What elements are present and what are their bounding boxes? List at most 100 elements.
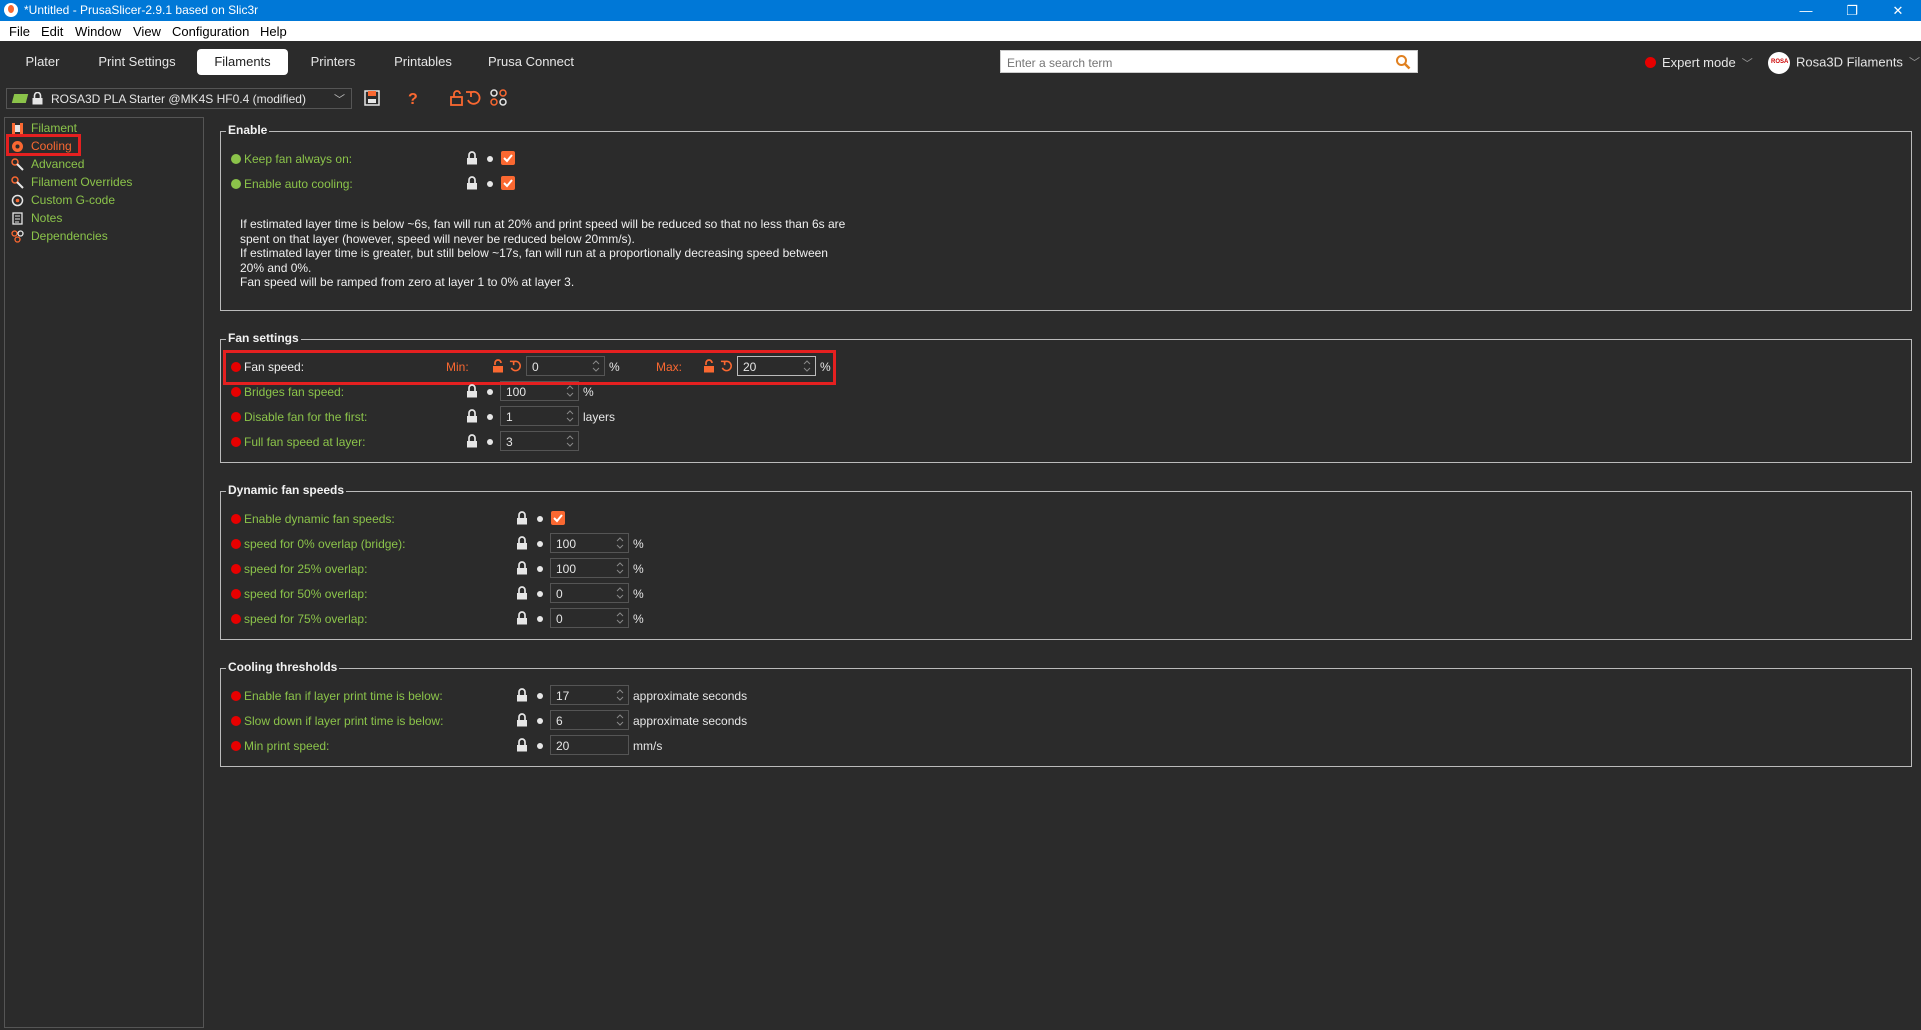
system-value-dot-icon	[487, 414, 493, 420]
overlap-75-speed-input[interactable]: 0	[550, 608, 629, 628]
search-icon[interactable]	[1395, 54, 1411, 70]
tab-prusa-connect[interactable]: Prusa Connect	[483, 49, 579, 75]
system-value-dot-icon	[537, 616, 543, 622]
option-label: Min print speed:	[244, 739, 330, 753]
lock-icon[interactable]	[516, 536, 528, 550]
option-status-dot	[231, 539, 241, 549]
cooling-description: If estimated layer time is below ~6s, fa…	[240, 217, 860, 290]
menu-file[interactable]: File	[9, 24, 30, 39]
description-line: spent on that layer (however, speed will…	[240, 231, 635, 246]
option-status-dot	[231, 154, 241, 164]
question-icon[interactable]: ?	[402, 88, 422, 108]
unlock-icon[interactable]	[703, 359, 715, 373]
undo-arrow-icon[interactable]	[509, 359, 522, 373]
description-line: Fan speed will be ramped from zero at la…	[240, 275, 575, 289]
compare-presets-icon[interactable]	[489, 88, 509, 108]
account-selector[interactable]: Rosa3D Filaments ﹀	[1768, 52, 1920, 74]
system-value-dot-icon	[537, 591, 543, 597]
sidebar-item-dependencies[interactable]: Dependencies	[9, 228, 199, 245]
sidebar-item-label: Filament	[31, 121, 78, 135]
option-label: speed for 25% overlap:	[244, 562, 368, 576]
tab-printers[interactable]: Printers	[303, 49, 363, 75]
lock-icon[interactable]	[516, 561, 528, 575]
sidebar-item-custom-gcode[interactable]: Custom G-code	[9, 192, 199, 209]
filament-preset-combo[interactable]: ROSA3D PLA Starter @MK4S HF0.4 (modified…	[6, 88, 352, 109]
spin-arrows-icon[interactable]	[565, 433, 575, 449]
mode-selector[interactable]: Expert mode ﹀	[1645, 55, 1753, 71]
unit-percent: %	[633, 562, 644, 576]
spin-arrows-icon[interactable]	[615, 610, 625, 626]
enable-fan-below-input[interactable]: 17	[550, 685, 629, 705]
enable-auto-cooling-checkbox[interactable]	[501, 176, 515, 190]
enable-dynamic-fan-checkbox[interactable]	[551, 511, 565, 525]
menu-window[interactable]: Window	[75, 24, 121, 39]
slowdown-below-input[interactable]: 6	[550, 710, 629, 730]
lock-icon[interactable]	[516, 586, 528, 600]
group-title: Fan settings	[226, 331, 301, 345]
chevron-down-icon: ﹀	[1741, 58, 1753, 70]
menu-help[interactable]: Help	[260, 24, 287, 39]
lock-icon[interactable]	[466, 151, 478, 165]
option-label: Enable dynamic fan speeds:	[244, 512, 395, 526]
spin-arrows-icon[interactable]	[615, 560, 625, 576]
undo-arrow-icon[interactable]	[464, 88, 484, 108]
lock-icon[interactable]	[516, 511, 528, 525]
menu-edit[interactable]: Edit	[41, 24, 63, 39]
spin-arrows-icon[interactable]	[565, 383, 575, 399]
system-value-dot-icon	[537, 541, 543, 547]
gcode-icon	[11, 194, 24, 207]
unlock-icon[interactable]	[492, 359, 504, 373]
unit-seconds: approximate seconds	[633, 689, 748, 703]
lock-icon[interactable]	[466, 409, 478, 423]
sidebar-item-label: Custom G-code	[31, 193, 116, 207]
disable-fan-first-input[interactable]: 1	[500, 406, 579, 426]
overlap-50-speed-input[interactable]: 0	[550, 583, 629, 603]
menu-configuration[interactable]: Configuration	[172, 24, 249, 39]
full-fan-speed-layer-input[interactable]: 3	[500, 431, 579, 451]
option-status-dot	[231, 589, 241, 599]
overlap-25-speed-input[interactable]: 100	[550, 558, 629, 578]
lock-icon[interactable]	[516, 738, 528, 752]
option-status-dot	[231, 716, 241, 726]
lock-icon[interactable]	[466, 176, 478, 190]
spin-arrows-icon[interactable]	[615, 712, 625, 728]
spin-arrows-icon[interactable]	[615, 535, 625, 551]
lock-icon[interactable]	[466, 384, 478, 398]
input-value: 100	[506, 385, 527, 399]
tab-printables[interactable]: Printables	[387, 49, 459, 75]
tab-filaments[interactable]: Filaments	[197, 49, 288, 75]
close-button[interactable]: ✕	[1875, 0, 1921, 21]
sidebar-item-filament-overrides[interactable]: Filament Overrides	[9, 174, 199, 191]
search-box[interactable]	[1000, 50, 1418, 73]
description-line: If estimated layer time is below ~6s, fa…	[240, 217, 846, 231]
tab-plater[interactable]: Plater	[15, 49, 70, 75]
window-title: *Untitled - PrusaSlicer-2.9.1 based on S…	[24, 3, 259, 17]
tab-print-settings[interactable]: Print Settings	[92, 49, 182, 75]
filament-color-icon	[11, 94, 29, 103]
option-label: speed for 50% overlap:	[244, 587, 368, 601]
spin-arrows-icon[interactable]	[615, 687, 625, 703]
lock-icon[interactable]	[466, 434, 478, 448]
dependencies-icon	[11, 230, 24, 243]
title-bar: *Untitled - PrusaSlicer-2.9.1 based on S…	[0, 0, 1921, 21]
overlap-0-speed-input[interactable]: 100	[550, 533, 629, 553]
save-preset-icon[interactable]	[362, 88, 382, 108]
keep-fan-always-on-checkbox[interactable]	[501, 151, 515, 165]
lock-icon[interactable]	[516, 688, 528, 702]
spin-arrows-icon[interactable]	[565, 408, 575, 424]
unit-percent: %	[633, 537, 644, 551]
wrench-icon	[11, 158, 24, 171]
restore-button[interactable]: ❐	[1829, 0, 1875, 21]
menu-view[interactable]: View	[133, 24, 161, 39]
sidebar-item-advanced[interactable]: Advanced	[9, 156, 199, 173]
sidebar-item-notes[interactable]: Notes	[9, 210, 199, 227]
search-input[interactable]	[1005, 53, 1389, 73]
lock-icon[interactable]	[516, 713, 528, 727]
group-title: Cooling thresholds	[226, 660, 340, 674]
expert-mode-dot-icon	[1645, 57, 1656, 68]
spin-arrows-icon[interactable]	[615, 585, 625, 601]
min-print-speed-input[interactable]: 20	[550, 735, 629, 755]
lock-icon[interactable]	[516, 611, 528, 625]
minimize-button[interactable]: —	[1783, 0, 1829, 21]
undo-arrow-icon[interactable]	[720, 359, 733, 373]
